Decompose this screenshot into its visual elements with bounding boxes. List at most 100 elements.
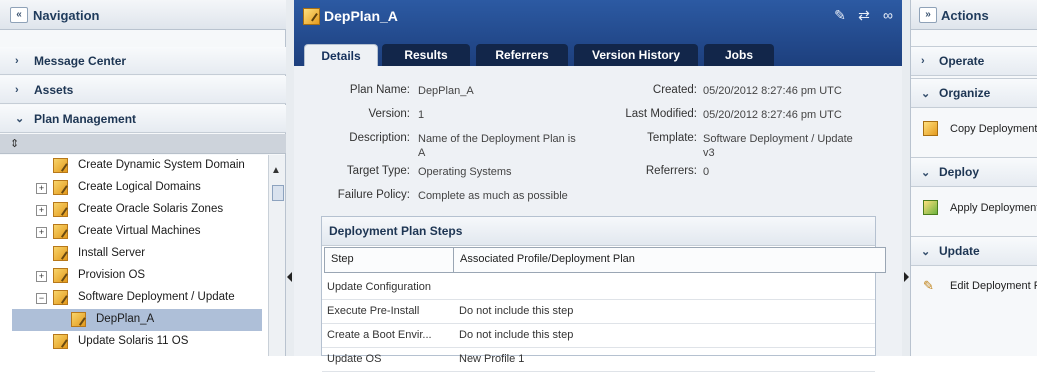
tree-item-install-server[interactable]: Install Server	[0, 243, 268, 265]
actions-section-operate[interactable]: › Operate	[911, 46, 1037, 76]
chevron-down-icon: ⌄	[15, 113, 25, 125]
actions-section-deploy[interactable]: ⌄ Deploy	[911, 157, 1037, 187]
expand-right-icon[interactable]: »	[919, 7, 937, 23]
table-row[interactable]: Update Configuration	[322, 275, 875, 300]
chevron-down-icon: ⌄	[921, 246, 931, 258]
chevron-right-icon: ›	[921, 55, 925, 67]
referrers-value: 0	[703, 166, 710, 178]
target-type-label: Target Type:	[346, 165, 410, 177]
actions-panel: » Actions › Operate ⌄ Organize Copy Depl…	[910, 0, 1037, 356]
section-label: Update	[939, 244, 980, 258]
expand-icon[interactable]: +	[36, 271, 47, 282]
tab-referrers[interactable]: Referrers	[476, 44, 568, 66]
table-row[interactable]: Update OS New Profile 1	[322, 347, 875, 372]
collapse-left-icon[interactable]: «	[10, 7, 28, 23]
collapse-icon[interactable]: −	[36, 293, 47, 304]
section-label: Deploy	[939, 165, 980, 179]
tree-item-software-deployment-update[interactable]: − Software Deployment / Update	[0, 287, 268, 309]
tree-item-label: Install Server	[78, 247, 146, 259]
plan-icon	[53, 202, 68, 217]
tree-item-create-dynamic-system-domain[interactable]: Create Dynamic System Domain	[0, 155, 268, 177]
template-value-line1: Software Deployment / Update	[703, 133, 853, 145]
tree-item-label: Create Dynamic System Domain	[78, 159, 245, 171]
scroll-thumb[interactable]	[272, 185, 284, 201]
accordion-plan-management[interactable]: ⌄ Plan Management	[0, 105, 286, 133]
deployment-plan-icon	[303, 8, 320, 25]
failure-policy-label: Failure Policy:	[337, 189, 410, 201]
column-header-step[interactable]: Step	[324, 247, 456, 273]
tab-jobs[interactable]: Jobs	[704, 44, 774, 66]
template-value-line2: v3	[703, 147, 715, 159]
plan-icon	[53, 334, 68, 349]
table-row[interactable]: Create a Boot Envir... Do not include th…	[322, 323, 875, 348]
copy-deployment-plan-action[interactable]: Copy Deployment Plan	[921, 120, 1037, 140]
description-label: Description:	[349, 132, 410, 144]
left-splitter[interactable]	[286, 0, 294, 356]
tree-item-label: Create Logical Domains	[78, 181, 201, 193]
plan-title: DepPlan_A	[324, 8, 398, 24]
template-label: Template:	[647, 132, 697, 144]
plan-icon	[53, 158, 68, 173]
scroll-up-icon[interactable]: ▲	[271, 165, 281, 176]
collapse-left-arrow-icon[interactable]	[287, 272, 292, 282]
tree-item-label: Create Virtual Machines	[78, 225, 201, 237]
tab-version-history[interactable]: Version History	[574, 44, 698, 66]
plan-icon	[53, 224, 68, 239]
deployment-plan-steps-panel: Deployment Plan Steps Step Associated Pr…	[321, 216, 886, 372]
apply-deployment-plan-action[interactable]: Apply Deployment Plan	[921, 199, 1037, 219]
chevron-right-icon: ›	[15, 84, 19, 96]
step-cell: Update Configuration	[327, 281, 431, 293]
version-label: Version:	[368, 108, 410, 120]
tab-results[interactable]: Results	[382, 44, 470, 66]
tab-details[interactable]: Details	[304, 44, 378, 67]
profile-cell: New Profile 1	[459, 353, 525, 365]
created-value: 05/20/2012 8:27:46 pm UTC	[703, 85, 842, 97]
table-row[interactable]: Execute Pre-Install Do not include this …	[322, 299, 875, 324]
action-label: Edit Deployment Plan	[950, 280, 1037, 292]
tree-item-create-virtual-machines[interactable]: + Create Virtual Machines	[0, 221, 268, 243]
compare-icon[interactable]: ⇄	[855, 7, 873, 23]
tree-item-depplan-a[interactable]: DepPlan_A	[12, 309, 262, 331]
plan-tree: Create Dynamic System Domain + Create Lo…	[0, 155, 268, 356]
copy-plan-icon	[923, 121, 938, 136]
plan-icon	[53, 290, 68, 305]
chevron-down-icon: ⌄	[921, 167, 931, 179]
collapse-right-arrow-icon[interactable]	[904, 272, 909, 282]
tree-item-create-logical-domains[interactable]: + Create Logical Domains	[0, 177, 268, 199]
edit-deployment-plan-action[interactable]: ✎ Edit Deployment Plan	[921, 277, 1037, 297]
expand-icon[interactable]: +	[36, 183, 47, 194]
edit-plan-icon[interactable]: ✎	[831, 7, 849, 23]
tree-item-update-solaris-11-os[interactable]: Update Solaris 11 OS	[0, 331, 268, 353]
expand-icon[interactable]: +	[36, 227, 47, 238]
tree-item-provision-os[interactable]: + Provision OS	[0, 265, 268, 287]
expand-icon[interactable]: +	[36, 205, 47, 216]
tree-item-label: DepPlan_A	[96, 313, 155, 325]
actions-section-update[interactable]: ⌄ Update	[911, 236, 1037, 266]
step-cell: Update OS	[327, 353, 382, 365]
plan-name-label: Plan Name:	[349, 84, 410, 96]
actions-title: Actions	[941, 8, 989, 23]
tree-item-label: Software Deployment / Update	[78, 291, 235, 303]
chevron-down-icon: ⌄	[921, 88, 931, 100]
actions-header: » Actions	[911, 0, 1037, 30]
plan-icon	[53, 180, 68, 195]
column-header-label: Step	[331, 253, 354, 265]
accordion-label: Message Center	[34, 54, 127, 68]
tree-item-label: Update Solaris 11 OS	[78, 335, 189, 347]
accordion-message-center[interactable]: › Message Center	[0, 47, 286, 75]
version-value: 1	[418, 109, 425, 121]
steps-header: Deployment Plan Steps	[322, 217, 875, 246]
tree-item-create-oracle-solaris-zones[interactable]: + Create Oracle Solaris Zones	[0, 199, 268, 221]
section-label: Operate	[939, 54, 985, 68]
actions-section-organize[interactable]: ⌄ Organize	[911, 78, 1037, 108]
sort-icon[interactable]: ⇕	[10, 137, 19, 150]
section-label: Organize	[939, 86, 991, 100]
tree-scrollbar[interactable]: ▲	[268, 155, 285, 356]
plan-icon	[53, 246, 68, 261]
right-splitter[interactable]	[902, 0, 910, 356]
last-modified-label: Last Modified:	[625, 108, 697, 120]
accordion-assets[interactable]: › Assets	[0, 76, 286, 104]
link-icon[interactable]: ∞	[879, 7, 897, 23]
column-header-profile[interactable]: Associated Profile/Deployment Plan	[453, 247, 886, 273]
deployment-plan-icon	[71, 312, 86, 327]
